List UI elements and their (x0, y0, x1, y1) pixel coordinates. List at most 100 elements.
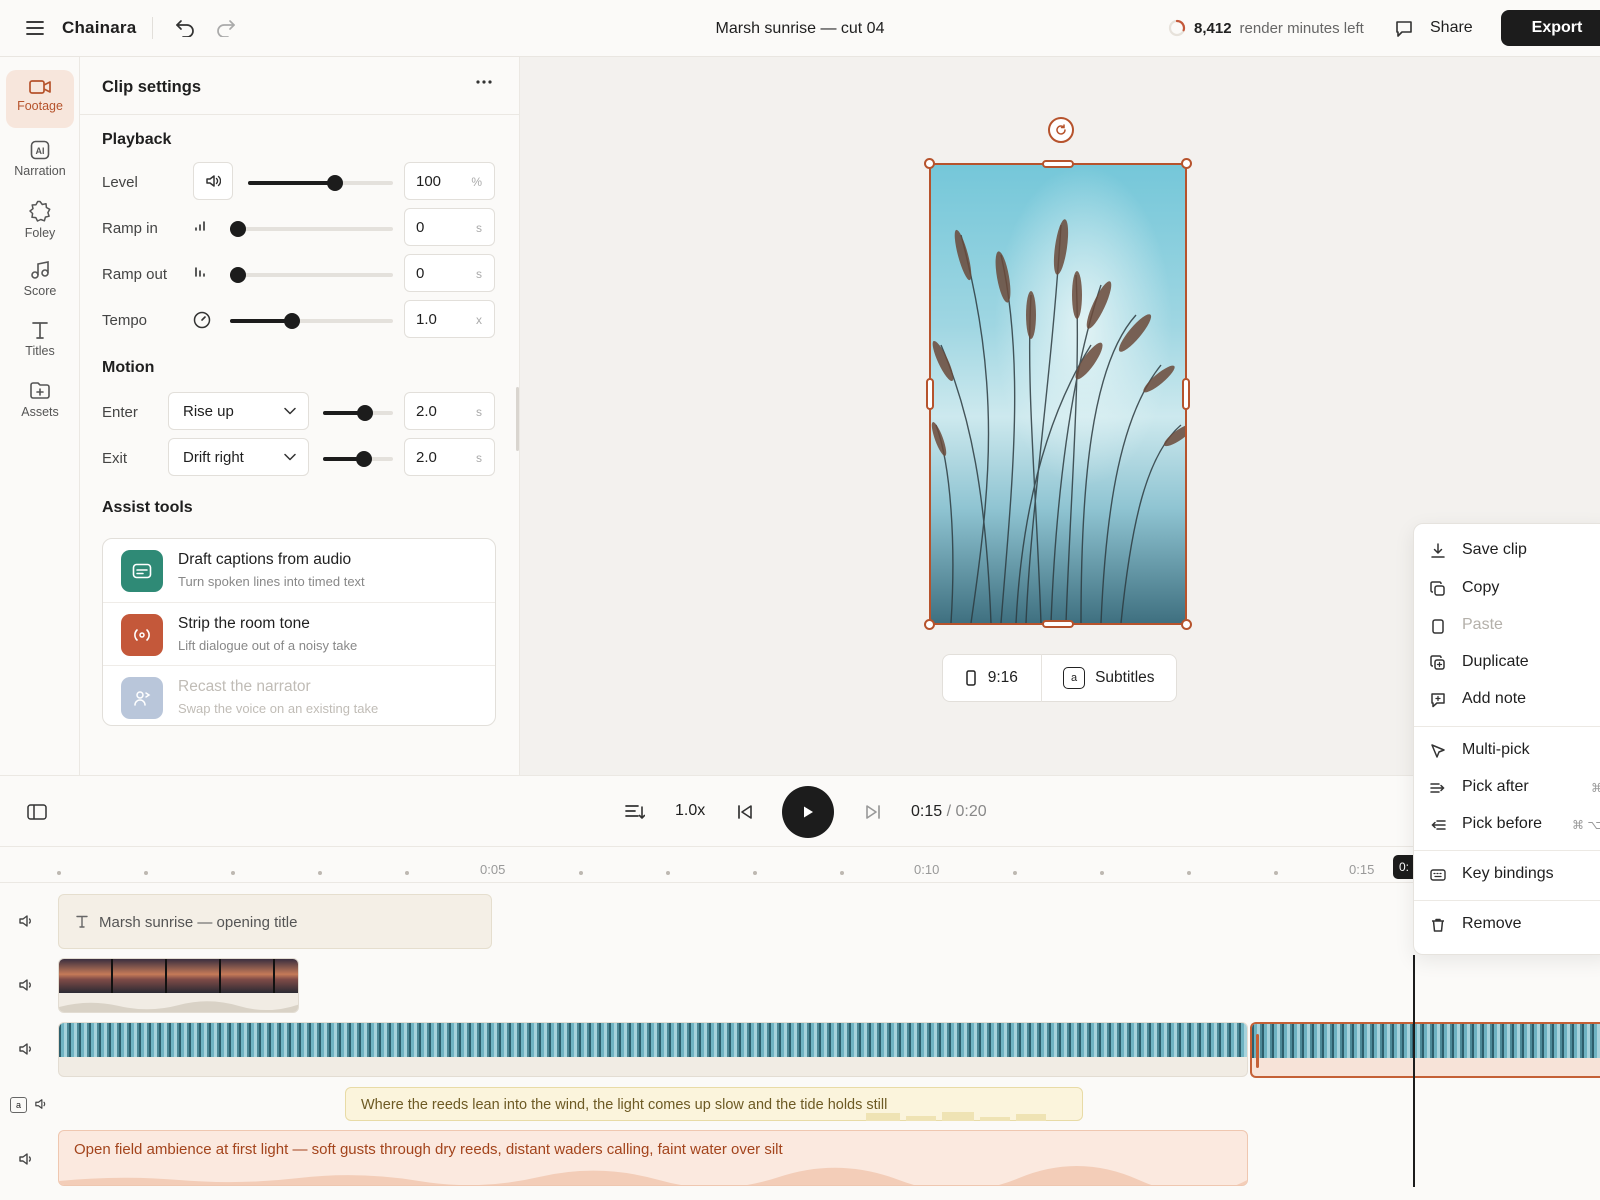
tempo-slider[interactable] (230, 313, 393, 329)
clipboard-icon (1432, 619, 1444, 634)
share-button[interactable]: Share (1430, 19, 1473, 37)
resize-handle-ne[interactable] (1181, 158, 1192, 169)
aspect-ratio-button[interactable]: 9:16 (943, 654, 1041, 702)
subtitle-clip[interactable]: Where the reeds lean into the wind, the … (345, 1087, 1083, 1121)
document-title[interactable]: Marsh sunrise — cut 04 (716, 20, 885, 37)
assist-recast-narrator: Recast the narrator Swap the voice on an… (103, 665, 495, 725)
panel-resize-handle[interactable] (516, 387, 519, 451)
phone-icon (965, 670, 976, 686)
export-button[interactable]: Export (1501, 10, 1600, 46)
playback-speed-button[interactable]: 1.0x (675, 802, 705, 820)
rail-item-assets[interactable]: Assets (6, 372, 74, 430)
preview-toolbar: 9:16 a Subtitles (942, 654, 1177, 702)
subtitles-track-icon: a (10, 1097, 27, 1113)
panel-header: Clip settings (80, 57, 520, 115)
resize-handle-w[interactable] (926, 378, 934, 410)
ramp-out-input[interactable]: 0s (404, 254, 495, 292)
captions-icon (121, 550, 163, 592)
sort-tracks-icon[interactable] (625, 804, 645, 820)
assist-subtitle: Lift dialogue out of a noisy take (178, 638, 358, 653)
track-audio-toggle-icon[interactable] (18, 978, 34, 992)
progress-spinner-icon (1168, 19, 1186, 37)
exit-animation-select[interactable]: Drift right (168, 438, 309, 476)
rotate-handle[interactable] (1048, 117, 1074, 143)
track-audio-toggle-icon[interactable] (18, 1152, 34, 1166)
ruler-dot (579, 871, 583, 875)
sound-burst-icon (29, 200, 51, 222)
trim-handle[interactable] (1256, 1034, 1259, 1068)
assist-strip-room-tone[interactable]: Strip the room tone Lift dialogue out of… (103, 602, 495, 665)
enter-duration-input[interactable]: 2.0 s (404, 392, 495, 430)
track-audio-toggle-icon[interactable] (18, 1042, 34, 1056)
menu-item-pick-before[interactable]: Pick before ⌘ ⌥ (1414, 809, 1600, 841)
menu-item-multi-pick[interactable]: Multi-pick (1414, 735, 1600, 767)
reeds-video-clip[interactable] (58, 1022, 1248, 1077)
reeds-video-clip-selected[interactable] (1250, 1022, 1600, 1078)
divider (152, 17, 153, 39)
section-playback: Playback (102, 131, 172, 148)
video-camera-icon (29, 80, 51, 94)
sunset-video-clip[interactable] (58, 958, 299, 1013)
assist-draft-captions[interactable]: Draft captions from audio Turn spoken li… (103, 539, 495, 602)
resize-handle-s[interactable] (1042, 620, 1074, 628)
rail-item-foley[interactable]: Foley (6, 191, 74, 249)
rail-label: Assets (21, 405, 59, 419)
toggle-panel-icon[interactable] (27, 804, 47, 820)
rail-item-narration[interactable]: AI Narration (6, 131, 74, 189)
selected-video-frame[interactable] (924, 158, 1192, 630)
subtitles-button[interactable]: a Subtitles (1042, 654, 1176, 702)
menu-icon[interactable] (24, 17, 46, 39)
rail-item-score[interactable]: Score (6, 251, 74, 309)
menu-item-pick-after[interactable]: Pick after ⌘ (1414, 772, 1600, 804)
text-icon (32, 322, 48, 339)
gauge-icon (193, 311, 211, 329)
svg-text:AI: AI (36, 146, 45, 156)
audio-waveform (59, 1166, 1247, 1185)
enter-duration-slider[interactable] (323, 405, 393, 421)
menu-item-duplicate[interactable]: Duplicate (1414, 647, 1600, 679)
menu-item-add-note[interactable]: Add note (1414, 684, 1600, 716)
keyboard-icon (1430, 869, 1446, 881)
ambience-audio-clip[interactable]: Open field ambience at first light — sof… (58, 1130, 1248, 1186)
exit-duration-slider[interactable] (323, 451, 393, 467)
track-audio-toggle-icon[interactable] (34, 1098, 48, 1110)
title-clip[interactable]: Marsh sunrise — opening title (58, 894, 492, 949)
menu-item-key-bindings[interactable]: Key bindings (1414, 859, 1600, 891)
resize-handle-e[interactable] (1182, 378, 1190, 410)
play-button[interactable] (782, 786, 834, 838)
redo-icon[interactable] (215, 17, 237, 39)
tempo-input[interactable]: 1.0 x (404, 300, 495, 338)
ramp-in-input[interactable]: 0s (404, 208, 495, 246)
rail-item-footage[interactable]: Footage (6, 70, 74, 128)
exit-duration-input[interactable]: 2.0 s (404, 438, 495, 476)
enter-animation-select[interactable]: Rise up (168, 392, 309, 430)
trash-icon (1432, 918, 1444, 932)
resize-handle-nw[interactable] (924, 158, 935, 169)
menu-item-remove[interactable]: Remove (1414, 909, 1600, 941)
skip-back-icon[interactable] (737, 804, 753, 820)
rail-item-titles[interactable]: Titles (6, 311, 74, 369)
level-input[interactable]: 100% (404, 162, 495, 200)
menu-item-save-clip[interactable]: Save clip (1414, 535, 1600, 567)
more-options-icon[interactable] (476, 80, 492, 84)
clip-thumbnails (1252, 1024, 1600, 1058)
ramp-out-slider[interactable] (230, 267, 393, 283)
ruler-dot (318, 871, 322, 875)
ramp-in-slider[interactable] (230, 221, 393, 237)
resize-handle-n[interactable] (1042, 160, 1074, 168)
comment-icon[interactable] (1393, 18, 1415, 40)
playhead[interactable] (1413, 955, 1415, 1187)
level-slider[interactable] (248, 175, 393, 191)
exit-label: Exit (102, 450, 128, 467)
timeline-ruler[interactable]: 0:05 0:10 0:15 0: (0, 847, 1600, 883)
ambience-clip-label: Open field ambience at first light — sof… (74, 1141, 783, 1158)
resize-handle-se[interactable] (1181, 619, 1192, 630)
assist-subtitle: Swap the voice on an existing take (178, 701, 379, 716)
resize-handle-sw[interactable] (924, 619, 935, 630)
menu-item-copy[interactable]: Copy (1414, 573, 1600, 605)
track-audio-toggle-icon[interactable] (18, 914, 34, 928)
skip-forward-icon[interactable] (865, 804, 881, 820)
mute-button[interactable] (193, 162, 233, 200)
undo-icon[interactable] (174, 17, 196, 39)
render-minutes: 8,412 render minutes left (1168, 19, 1364, 37)
